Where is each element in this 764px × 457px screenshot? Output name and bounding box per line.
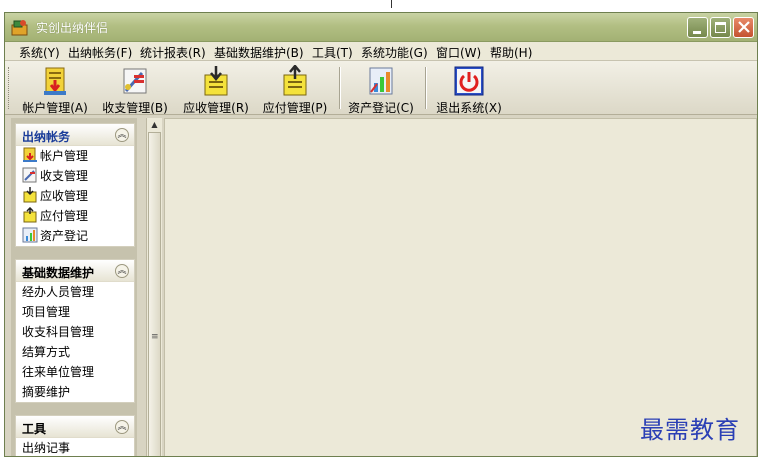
asset-register-icon xyxy=(366,65,396,97)
power-icon xyxy=(454,65,484,97)
sidebar-item-label: 项目管理 xyxy=(22,305,71,319)
collapse-chevron-up-icon[interactable]: ︽ xyxy=(115,128,129,142)
sidebar-item-settlement[interactable]: 结算方式 xyxy=(16,342,134,362)
main-client-area xyxy=(164,118,757,456)
sidebar-item-label: 结算方式 xyxy=(22,345,71,359)
sidebar-item-projects[interactable]: 项目管理 xyxy=(16,302,134,322)
toolbar-separator xyxy=(425,67,427,109)
sidebar-item-label: 收支科目管理 xyxy=(22,325,95,339)
app-logo-icon xyxy=(11,19,28,36)
menu-bar: 系统(Y) 出纳帐务(F) 统计报表(R) 基础数据维护(B) 工具(T) 系统… xyxy=(5,42,757,61)
maximize-icon xyxy=(715,22,726,33)
receivable-icon xyxy=(22,187,38,203)
menu-system[interactable]: 系统(Y) xyxy=(19,44,60,61)
income-expense-icon xyxy=(22,167,38,183)
maximize-button[interactable] xyxy=(710,17,731,38)
toolbar-account-label: 帐户管理(A) xyxy=(22,101,88,115)
close-button[interactable] xyxy=(733,17,754,38)
sidebar-item-label: 应收管理 xyxy=(40,189,89,203)
sidebar-section-tools: 工具 ︽ 出纳记事 xyxy=(15,415,135,456)
toolbar-asset-button[interactable]: 资产登记(C) xyxy=(345,64,417,115)
sidebar-item-label: 往来单位管理 xyxy=(22,365,95,379)
toolbar-payable-label: 应付管理(P) xyxy=(262,101,328,115)
sidebar-item-staff[interactable]: 经办人员管理 xyxy=(16,282,134,302)
watermark-text: 最需教育 xyxy=(640,416,740,444)
toolbar-exit-label: 退出系统(X) xyxy=(436,101,502,115)
toolbar-separator xyxy=(339,67,341,109)
close-icon xyxy=(737,20,751,37)
sidebar-item-asset[interactable]: 资产登记 xyxy=(16,226,134,246)
sidebar-item-label: 收支管理 xyxy=(40,169,89,183)
sidebar-item-label: 摘要维护 xyxy=(22,385,71,399)
menu-tools[interactable]: 工具(T) xyxy=(312,44,353,61)
collapse-chevron-up-icon[interactable]: ︽ xyxy=(115,264,129,278)
menu-window[interactable]: 窗口(W) xyxy=(436,44,481,61)
sidebar-item-partners[interactable]: 往来单位管理 xyxy=(16,362,134,382)
toolbar-exit-button[interactable]: 退出系统(X) xyxy=(433,64,505,115)
sidebar-item-subjects[interactable]: 收支科目管理 xyxy=(16,322,134,342)
toolbar-receivable-label: 应收管理(R) xyxy=(183,101,249,115)
app-window: 实创出纳伴侣 系统(Y) 出纳帐务(F) 统计报表(R) 基础数据维护(B) 工… xyxy=(4,12,758,457)
income-expense-icon xyxy=(120,65,150,97)
toolbar-asset-label: 资产登记(C) xyxy=(348,101,414,115)
section-title-cashier: 出纳帐务 xyxy=(22,130,71,144)
sidebar-item-income-expense[interactable]: 收支管理 xyxy=(16,166,134,186)
sidebar-section-header[interactable]: 基础数据维护 ︽ xyxy=(16,260,134,282)
toolbar-income-expense-label: 收支管理(B) xyxy=(102,101,168,115)
sidebar-item-label: 经办人员管理 xyxy=(22,285,95,299)
scrollbar-thumb[interactable]: ≡ xyxy=(148,132,161,456)
section-title-base-data: 基础数据维护 xyxy=(22,266,95,280)
menu-cashier-accounts[interactable]: 出纳帐务(F) xyxy=(68,44,132,61)
menu-system-functions[interactable]: 系统功能(G) xyxy=(361,44,428,61)
toolbar-payable-button[interactable]: 应付管理(P) xyxy=(259,64,331,115)
minimize-icon xyxy=(693,31,701,34)
toolbar-income-expense-button[interactable]: 收支管理(B) xyxy=(99,64,171,115)
sidebar-scrollbar[interactable]: ▲ ≡ xyxy=(146,118,162,456)
sidebar-item-receivable[interactable]: 应收管理 xyxy=(16,186,134,206)
sidebar-item-summary[interactable]: 摘要维护 xyxy=(16,382,134,402)
title-bar[interactable]: 实创出纳伴侣 xyxy=(5,13,757,42)
toolbar-receivable-button[interactable]: 应收管理(R) xyxy=(180,64,252,115)
grip-icon: ≡ xyxy=(151,332,159,342)
menu-base-data[interactable]: 基础数据维护(B) xyxy=(214,44,304,61)
sidebar-item-account[interactable]: 帐户管理 xyxy=(16,146,134,166)
sidebar-item-payable[interactable]: 应付管理 xyxy=(16,206,134,226)
cursor-marker xyxy=(391,0,392,8)
sidebar-item-label: 帐户管理 xyxy=(40,149,89,163)
sidebar: 出纳帐务 ︽ 帐户管理 收支管理 应收管理 应付管理 资产登记 基础数据维护 ︽… xyxy=(11,118,137,456)
sidebar-item-notes[interactable]: 出纳记事 xyxy=(16,438,134,456)
collapse-chevron-up-icon[interactable]: ︽ xyxy=(115,420,129,434)
minimize-button[interactable] xyxy=(687,17,708,38)
menu-statistics-reports[interactable]: 统计报表(R) xyxy=(140,44,206,61)
menu-help[interactable]: 帮助(H) xyxy=(490,44,532,61)
sidebar-item-label: 出纳记事 xyxy=(22,441,71,455)
sidebar-item-label: 应付管理 xyxy=(40,209,89,223)
receivable-icon xyxy=(201,65,231,97)
account-ledger-icon xyxy=(22,147,38,163)
toolbar-account-button[interactable]: 帐户管理(A) xyxy=(19,64,91,115)
account-ledger-icon xyxy=(40,65,70,97)
window-title: 实创出纳伴侣 xyxy=(36,21,109,35)
sidebar-item-label: 资产登记 xyxy=(40,229,89,243)
sidebar-section-header[interactable]: 出纳帐务 ︽ xyxy=(16,124,134,146)
section-title-tools: 工具 xyxy=(22,422,47,436)
toolbar: 帐户管理(A) 收支管理(B) 应收管理(R) 应付管理(P) 资产登记(C) … xyxy=(5,61,757,115)
asset-register-icon xyxy=(22,227,38,243)
sidebar-section-cashier: 出纳帐务 ︽ 帐户管理 收支管理 应收管理 应付管理 资产登记 xyxy=(15,123,135,247)
sidebar-section-base-data: 基础数据维护 ︽ 经办人员管理 项目管理 收支科目管理 结算方式 往来单位管理 … xyxy=(15,259,135,403)
payable-icon xyxy=(280,64,310,97)
payable-icon xyxy=(22,206,38,223)
scroll-up-arrow-icon[interactable]: ▲ xyxy=(148,119,161,131)
toolbar-grip[interactable] xyxy=(8,67,11,109)
sidebar-section-header[interactable]: 工具 ︽ xyxy=(16,416,134,438)
